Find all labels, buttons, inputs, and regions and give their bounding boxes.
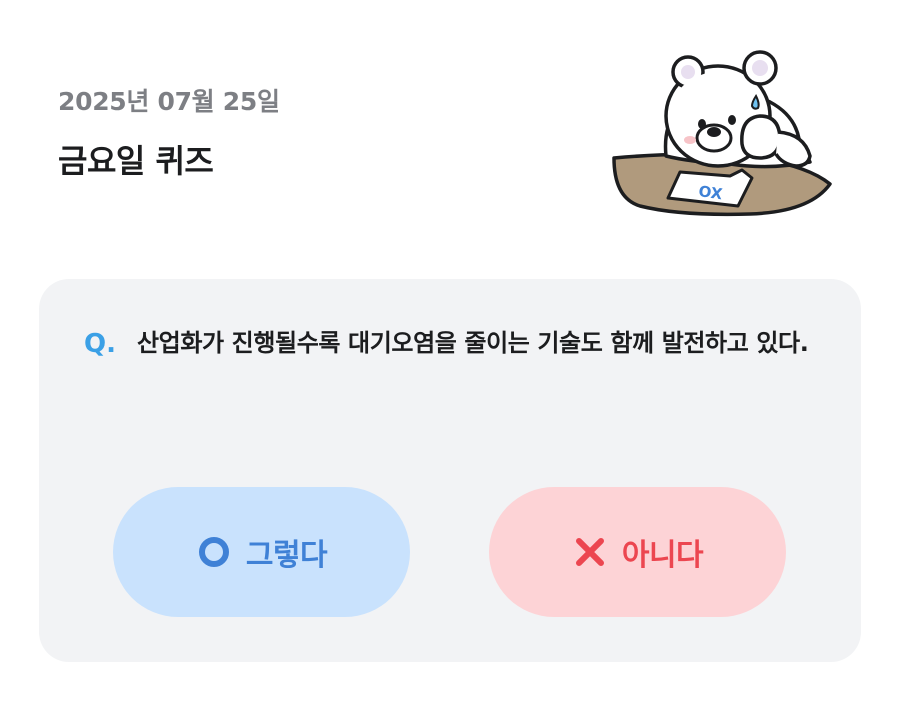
answer-no-label: 아니다 bbox=[621, 538, 704, 573]
polar-bear-illustration: OX bbox=[610, 46, 842, 218]
answer-yes-button[interactable]: 그렇다 bbox=[113, 487, 410, 617]
quiz-card: Q. 산업화가 진행될수록 대기오염을 줄이는 기술도 함께 발전하고 있다. … bbox=[39, 279, 861, 662]
paper-o-text: OX bbox=[697, 182, 723, 203]
quiz-date: 2025년 07월 25일 bbox=[58, 87, 280, 116]
answer-yes-label: 그렇다 bbox=[245, 538, 328, 573]
circle-o-icon bbox=[196, 534, 232, 570]
question-marker: Q. bbox=[84, 329, 116, 359]
quiz-paper: OX bbox=[666, 168, 754, 208]
question-text: 산업화가 진행될수록 대기오염을 줄이는 기술도 함께 발전하고 있다. bbox=[137, 329, 809, 357]
cross-x-icon bbox=[572, 534, 608, 570]
answer-no-button[interactable]: 아니다 bbox=[489, 487, 786, 617]
page-title: 금요일 퀴즈 bbox=[58, 142, 214, 180]
